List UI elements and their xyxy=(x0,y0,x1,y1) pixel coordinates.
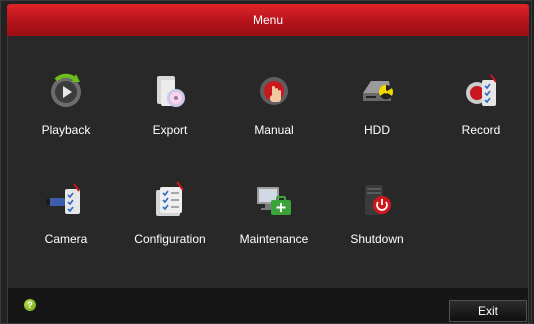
title-bar: Menu xyxy=(7,4,529,36)
menu-item-hdd[interactable]: HDD xyxy=(331,53,423,143)
menu-item-label: Export xyxy=(152,123,188,137)
menu-item-record[interactable]: Record xyxy=(435,53,527,143)
footer-bar: ? Exit xyxy=(7,288,529,323)
shutdown-icon xyxy=(365,185,391,215)
record-icon xyxy=(466,74,497,106)
window-title: Menu xyxy=(252,13,284,27)
exit-button[interactable]: Exit xyxy=(449,300,527,322)
menu-item-export[interactable]: Export xyxy=(124,53,216,143)
menu-item-label: Maintenance xyxy=(239,232,309,246)
menu-item-label: Configuration xyxy=(134,232,206,246)
menu-window: Menu Playback Export Manual HDD Record C… xyxy=(0,0,532,324)
menu-item-manual[interactable]: Manual xyxy=(228,53,320,143)
camera-icon xyxy=(46,183,80,214)
menu-grid: Playback Export Manual HDD Record Camera… xyxy=(7,36,529,288)
menu-item-label: Camera xyxy=(44,232,88,246)
export-icon xyxy=(157,76,185,107)
menu-item-maintenance[interactable]: Maintenance xyxy=(228,162,320,252)
menu-item-configuration[interactable]: Configuration xyxy=(124,162,216,252)
hdd-icon xyxy=(363,81,393,101)
menu-item-label: Shutdown xyxy=(350,232,404,246)
help-icon[interactable]: ? xyxy=(24,299,36,311)
maintenance-icon xyxy=(257,187,291,215)
menu-item-label: Playback xyxy=(41,123,91,137)
menu-item-shutdown[interactable]: Shutdown xyxy=(331,162,423,252)
manual-record-icon xyxy=(260,77,288,105)
configuration-icon xyxy=(156,181,184,216)
menu-item-label: HDD xyxy=(364,123,390,137)
playback-icon xyxy=(51,73,81,107)
menu-item-camera[interactable]: Camera xyxy=(20,162,112,252)
menu-item-playback[interactable]: Playback xyxy=(20,53,112,143)
menu-item-label: Manual xyxy=(254,123,294,137)
menu-item-label: Record xyxy=(461,123,501,137)
